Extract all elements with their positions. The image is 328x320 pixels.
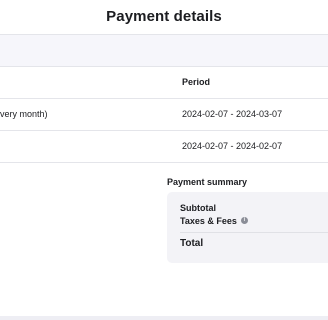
table-row: 2024-02-07 - 2024-02-07: [0, 131, 328, 163]
row-period: 2024-02-07 - 2024-03-07: [182, 109, 283, 119]
row-period: 2024-02-07 - 2024-02-07: [182, 141, 283, 151]
page-header: Payment details: [0, 0, 328, 35]
subtotal-label: Subtotal: [180, 203, 216, 213]
summary-divider: [180, 232, 328, 233]
table-header: Period: [0, 67, 328, 99]
top-band: [0, 35, 328, 67]
taxes-fees-label: Taxes & Fees: [180, 216, 237, 226]
row-description: very month): [0, 109, 48, 119]
taxes-fees-row: Taxes & Fees i: [180, 216, 248, 226]
info-icon[interactable]: i: [240, 217, 248, 225]
bottom-bar: [0, 316, 328, 320]
column-header-period: Period: [182, 77, 211, 87]
total-label: Total: [180, 238, 204, 249]
payment-summary-heading: Payment summary: [167, 177, 248, 187]
page-title: Payment details: [106, 8, 222, 25]
payment-summary-card: Subtotal Taxes & Fees i Total: [167, 192, 328, 263]
table-row: very month) 2024-02-07 - 2024-03-07: [0, 99, 328, 131]
